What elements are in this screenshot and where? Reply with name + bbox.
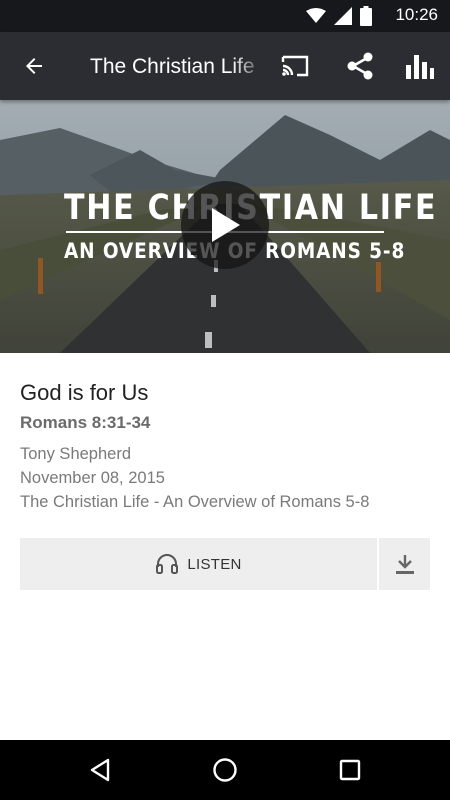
share-button[interactable]	[340, 46, 380, 86]
download-icon	[395, 555, 414, 574]
nav-recents-button[interactable]	[328, 748, 372, 792]
sermon-title: God is for Us	[20, 380, 149, 405]
back-button[interactable]	[14, 46, 54, 86]
status-icons	[306, 6, 372, 26]
series-name: The Christian Life - An Overview of Roma…	[20, 493, 370, 511]
sermon-artwork: THE CHRISTIAN LIFE AN OVERVIEW OF ROMANS…	[0, 100, 450, 353]
speaker-name: Tony Shepherd	[20, 445, 131, 463]
nav-home-icon	[213, 758, 237, 782]
play-button[interactable]	[181, 181, 269, 269]
listen-button[interactable]: LISTEN	[20, 538, 377, 590]
status-bar: 10:26	[0, 0, 450, 32]
headphones-icon	[156, 554, 179, 574]
back-arrow-icon	[26, 58, 42, 74]
sermon-date: November 08, 2015	[20, 469, 165, 487]
download-button[interactable]	[379, 538, 430, 590]
play-icon	[212, 208, 240, 242]
system-nav-bar	[0, 740, 450, 800]
stats-icon	[406, 55, 434, 79]
status-time: 10:26	[395, 5, 438, 24]
nav-recents-icon	[339, 759, 361, 781]
nav-home-button[interactable]	[203, 748, 247, 792]
cellular-signal-icon	[334, 7, 352, 25]
app-bar: The Christian Life	[0, 32, 450, 100]
title-fade	[232, 46, 266, 86]
stats-button[interactable]	[400, 46, 440, 86]
scripture-reference: Romans 8:31-34	[20, 413, 151, 432]
cast-icon	[281, 55, 309, 77]
battery-icon	[360, 6, 372, 26]
nav-back-button[interactable]	[78, 748, 122, 792]
listen-label: LISTEN	[187, 555, 242, 573]
nav-back-icon	[90, 758, 110, 782]
wifi-icon	[306, 8, 326, 23]
share-icon	[347, 52, 373, 80]
cast-button[interactable]	[275, 46, 315, 86]
